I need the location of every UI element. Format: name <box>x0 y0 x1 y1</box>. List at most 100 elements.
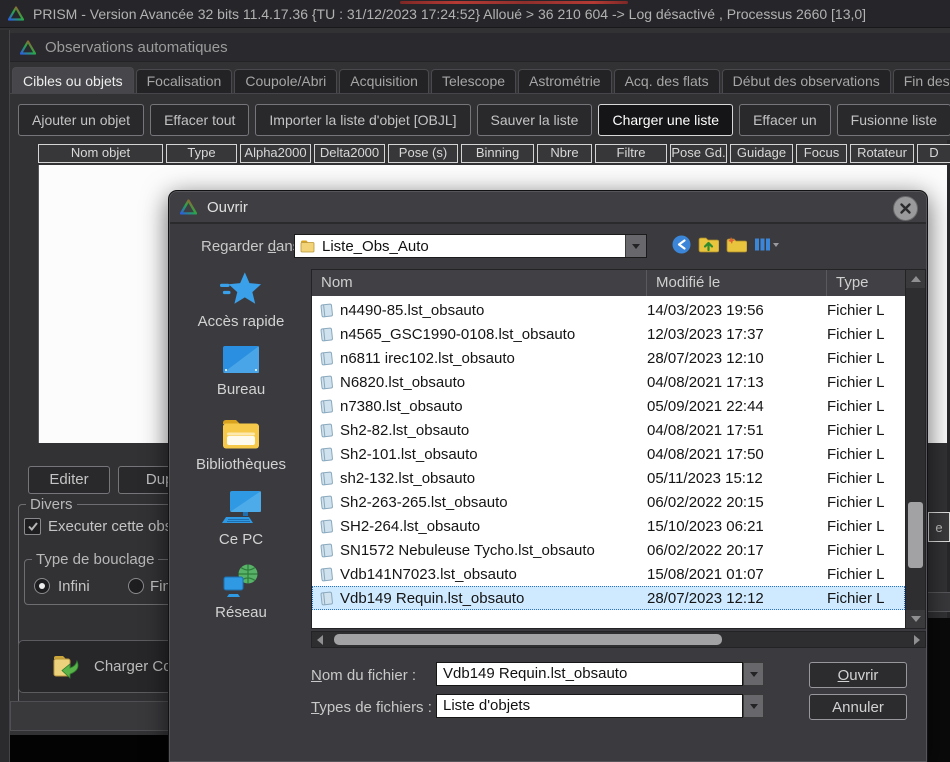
toolbar-button[interactable]: Effacer un <box>739 104 831 136</box>
tab[interactable]: Début des observations <box>722 69 891 93</box>
dialog-sidebar: Accès rapide Bureau Bibliothèques <box>179 271 303 636</box>
object-table-column-header[interactable]: Binning <box>461 144 534 163</box>
partial-button-right[interactable]: e <box>928 512 950 542</box>
file-name: N6820.lst_obsauto <box>340 374 465 391</box>
file-row[interactable]: SN1572 Nebuleuse Tycho.lst_obsauto 06/02… <box>312 538 905 562</box>
file-modified-date: 04/08/2021 17:51 <box>647 422 827 439</box>
sidebar-item-ce-pc[interactable]: Ce PC <box>219 490 263 561</box>
file-row[interactable]: n6811 irec102.lst_obsauto 28/07/2023 12:… <box>312 346 905 370</box>
sidebar-item-bureau[interactable]: Bureau <box>217 344 265 415</box>
sidebar-item-reseau[interactable]: Réseau <box>215 563 267 634</box>
vertical-scrollbar-thumb[interactable] <box>908 502 923 568</box>
file-row[interactable]: Sh2-82.lst_obsauto 04/08/2021 17:51 Fich… <box>312 418 905 442</box>
scroll-up-icon[interactable] <box>906 270 925 288</box>
column-header-modifie-le[interactable]: Modifié le <box>647 270 827 296</box>
infini-radio[interactable] <box>34 578 50 594</box>
annuler-button[interactable]: Annuler <box>809 694 907 720</box>
object-table-column-header[interactable]: Type <box>166 144 237 163</box>
new-folder-icon[interactable] <box>726 236 747 254</box>
object-table-column-header[interactable]: D <box>917 144 950 163</box>
object-table-column-header[interactable]: Rotateur <box>850 144 914 163</box>
object-table-column-header[interactable]: Guidage <box>730 144 793 163</box>
toolbar-button[interactable]: Importer la liste d'objet [OBJL] <box>255 104 470 136</box>
tab[interactable]: Acquisition <box>339 69 429 93</box>
file-type-dropdown-button[interactable] <box>743 694 764 718</box>
file-modified-date: 06/02/2022 20:17 <box>647 542 827 559</box>
file-type: Fichier L <box>827 446 905 463</box>
back-icon[interactable] <box>672 235 691 254</box>
ouvrir-button[interactable]: Ouvrir <box>809 662 907 688</box>
file-type: Fichier L <box>827 494 905 511</box>
view-menu-icon[interactable] <box>754 237 779 252</box>
toolbar-button[interactable]: Fusionne liste <box>837 104 950 136</box>
executer-checkbox[interactable] <box>24 518 41 535</box>
file-row[interactable]: Vdb149 Requin.lst_obsauto 28/07/2023 12:… <box>312 586 905 610</box>
sidebar-item-label: Réseau <box>215 604 267 621</box>
main-titlebar: PRISM - Version Avancée 32 bits 11.4.17.… <box>0 0 950 28</box>
file-type: Fichier L <box>827 470 905 487</box>
sidebar-item-label: Bibliothèques <box>196 456 286 473</box>
toolbar-button[interactable]: Sauver la liste <box>477 104 593 136</box>
tab[interactable]: Focalisation <box>136 69 233 93</box>
scroll-right-icon[interactable] <box>909 632 925 647</box>
divers-label: Divers <box>26 496 77 513</box>
object-table-column-header[interactable]: Delta2000 <box>314 144 385 163</box>
tab[interactable]: Coupole/Abri <box>234 69 337 93</box>
up-one-level-icon[interactable] <box>698 236 719 254</box>
file-row[interactable]: N6820.lst_obsauto 04/08/2021 17:13 Fichi… <box>312 370 905 394</box>
folder-icon <box>300 239 316 253</box>
scroll-left-icon[interactable] <box>312 632 328 647</box>
prism-logo-icon <box>20 40 36 55</box>
fini-radio[interactable] <box>128 578 144 594</box>
file-row[interactable]: n4490-85.lst_obsauto 14/03/2023 19:56 Fi… <box>312 298 905 322</box>
horizontal-scrollbar-thumb[interactable] <box>334 634 722 645</box>
dialog-title: Ouvrir <box>207 199 248 216</box>
column-header-type[interactable]: Type <box>827 270 905 296</box>
toolbar-button[interactable]: Ajouter un objet <box>18 104 144 136</box>
object-table-column-header[interactable]: Nbre <box>537 144 592 163</box>
file-name-dropdown-button[interactable] <box>743 662 764 686</box>
file-row[interactable]: sh2-132.lst_obsauto 05/11/2023 15:12 Fic… <box>312 466 905 490</box>
object-table-column-header[interactable]: Focus <box>796 144 847 163</box>
look-in-combobox[interactable]: Liste_Obs_Auto <box>294 234 647 258</box>
tab[interactable]: Acq. des flats <box>614 69 720 93</box>
sidebar-item-bibliotheques[interactable]: Bibliothèques <box>196 417 286 488</box>
file-icon <box>318 446 334 462</box>
vertical-scrollbar[interactable] <box>905 270 925 628</box>
object-table-column-header[interactable]: Alpha2000 <box>240 144 311 163</box>
toolbar-button[interactable]: Effacer tout <box>150 104 249 136</box>
tab[interactable]: Fin des observations <box>893 69 950 93</box>
column-header-nom[interactable]: Nom <box>312 270 647 296</box>
file-row[interactable]: n7380.lst_obsauto 05/09/2021 22:44 Fichi… <box>312 394 905 418</box>
tab[interactable]: Telescope <box>431 69 516 93</box>
look-in-dropdown-button[interactable] <box>625 235 646 257</box>
tab[interactable]: Cibles ou objets <box>12 67 134 93</box>
prism-logo-icon <box>8 6 24 21</box>
file-row[interactable]: Sh2-263-265.lst_obsauto 06/02/2022 20:15… <box>312 490 905 514</box>
close-icon[interactable] <box>893 196 918 221</box>
horizontal-scrollbar[interactable] <box>311 631 926 648</box>
file-row[interactable]: SH2-264.lst_obsauto 15/10/2023 06:21 Fic… <box>312 514 905 538</box>
file-name: n6811 irec102.lst_obsauto <box>340 350 515 367</box>
sidebar-item-acces-rapide[interactable]: Accès rapide <box>198 271 285 342</box>
file-icon <box>318 566 334 582</box>
editer-button[interactable]: Editer <box>28 466 110 494</box>
file-modified-date: 06/02/2022 20:15 <box>647 494 827 511</box>
scroll-down-icon[interactable] <box>906 610 925 628</box>
file-name-label: Nom du fichier : <box>311 667 416 684</box>
file-modified-date: 04/08/2021 17:13 <box>647 374 827 391</box>
object-table-column-header[interactable]: Filtre <box>595 144 667 163</box>
toolbar-button[interactable]: Charger une liste <box>598 104 733 136</box>
file-row[interactable]: Vdb141N7023.lst_obsauto 15/08/2021 01:07… <box>312 562 905 586</box>
view-menu-caret-icon[interactable] <box>773 243 779 247</box>
file-type: Fichier L <box>827 350 905 367</box>
object-table-column-header[interactable]: Pose (s) <box>388 144 458 163</box>
file-name-input[interactable]: Vdb149 Requin.lst_obsauto <box>436 662 743 686</box>
file-row[interactable]: Sh2-101.lst_obsauto 04/08/2021 17:50 Fic… <box>312 442 905 466</box>
file-row[interactable]: n4565_GSC1990-0108.lst_obsauto 12/03/202… <box>312 322 905 346</box>
object-table-column-header[interactable]: Pose Gd. <box>670 144 727 163</box>
file-rows: n4490-85.lst_obsauto 14/03/2023 19:56 Fi… <box>312 296 905 628</box>
file-type-input[interactable]: Liste d'objets <box>436 694 743 718</box>
object-table-column-header[interactable]: Nom objet <box>38 144 163 163</box>
tab[interactable]: Astrométrie <box>518 69 612 93</box>
